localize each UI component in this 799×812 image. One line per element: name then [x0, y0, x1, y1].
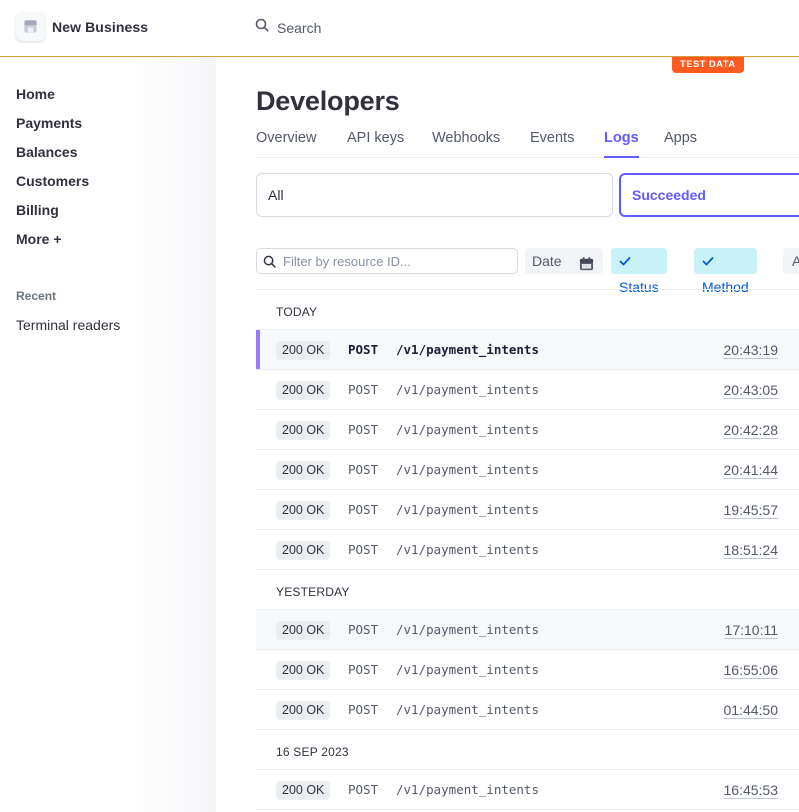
table-row[interactable]: 200 OK POST /v1/payment_intents 20:43:05 [256, 370, 799, 410]
table-row[interactable]: 200 OK POST /v1/payment_intents 01:44:50 [256, 690, 799, 730]
account-switcher[interactable]: New Business [16, 12, 148, 41]
request-time[interactable]: 17:10:11 [725, 622, 778, 638]
request-method: POST [348, 662, 379, 677]
business-name: New Business [52, 18, 149, 35]
search-bar[interactable]: Search [255, 18, 321, 37]
request-time[interactable]: 20:42:28 [724, 422, 779, 438]
table-row[interactable]: 200 OK POST /v1/payment_intents 17:10:11 [256, 610, 799, 650]
request-path: /v1/payment_intents [396, 622, 539, 637]
request-time[interactable]: 19:45:57 [724, 502, 779, 518]
request-method: POST [348, 382, 379, 397]
status-filter-pill[interactable]: Status [611, 248, 667, 295]
request-time[interactable]: 20:43:19 [724, 342, 779, 358]
calendar-icon [579, 253, 594, 279]
request-time[interactable]: 20:41:44 [724, 462, 779, 478]
request-time[interactable]: 16:45:53 [724, 782, 779, 798]
request-path: /v1/payment_intents [396, 422, 539, 437]
status-badge: 200 OK [276, 461, 331, 480]
tab-events[interactable]: Events [530, 130, 574, 158]
request-method: POST [348, 702, 379, 717]
method-filter-pill[interactable]: Method [694, 248, 757, 295]
status-badge: 200 OK [276, 341, 331, 360]
sidebar: Home Payments Balances Customers Billing… [0, 58, 216, 812]
search-icon [255, 18, 269, 37]
date-filter-label: Date [532, 253, 562, 269]
table-row[interactable]: 200 OK POST /v1/payment_intents 19:45:57 [256, 490, 799, 530]
request-method: POST [348, 462, 379, 477]
tab-webhooks[interactable]: Webhooks [432, 130, 500, 158]
request-path: /v1/payment_intents [396, 702, 539, 717]
request-time[interactable]: 20:43:05 [724, 382, 779, 398]
recent-section-title: Recent [16, 289, 57, 303]
check-icon [702, 253, 714, 269]
check-icon [619, 253, 631, 269]
request-method: POST [348, 422, 379, 437]
status-badge: 200 OK [276, 501, 331, 520]
log-group-header: TODAY [256, 290, 799, 330]
request-path: /v1/payment_intents [396, 502, 539, 517]
table-row[interactable]: 200 OK POST /v1/payment_intents 20:41:44 [256, 450, 799, 490]
status-badge: 200 OK [276, 781, 331, 800]
table-row[interactable]: 200 OK POST /v1/payment_intents 16:45:53 [256, 770, 799, 810]
sidebar-item-payments[interactable]: Payments [16, 115, 82, 131]
table-row[interactable]: 200 OK POST /v1/payment_intents 18:51:24 [256, 530, 799, 570]
request-path: /v1/payment_intents [396, 462, 539, 477]
request-time[interactable]: 18:51:24 [724, 542, 779, 558]
sidebar-item-balances[interactable]: Balances [16, 144, 77, 160]
log-group-header: YESTERDAY [256, 570, 799, 610]
tab-overview[interactable]: Overview [256, 130, 316, 158]
status-badge: 200 OK [276, 701, 331, 720]
request-method: POST [348, 342, 379, 357]
request-method: POST [348, 502, 379, 517]
request-path: /v1/payment_intents [396, 662, 539, 677]
tab-apps[interactable]: Apps [664, 130, 697, 158]
table-row[interactable]: 200 OK POST /v1/payment_intents 20:43:19 [256, 330, 799, 370]
more-filter-label: A [792, 253, 799, 269]
request-method: POST [348, 542, 379, 557]
more-filter-pill[interactable]: A [783, 248, 799, 274]
test-data-badge: TEST DATA [672, 57, 744, 73]
tab-api-keys[interactable]: API keys [347, 130, 404, 158]
tab-logs[interactable]: Logs [604, 130, 639, 158]
request-time[interactable]: 01:44:50 [724, 702, 779, 718]
request-method: POST [348, 782, 379, 797]
top-bar: New Business Search [0, 0, 799, 57]
search-label: Search [277, 19, 322, 36]
status-badge: 200 OK [276, 661, 331, 680]
page-title: Developers [256, 86, 400, 116]
logs-list: TODAY 200 OK POST /v1/payment_intents 20… [256, 289, 799, 810]
sidebar-item-home[interactable]: Home [16, 86, 55, 102]
sidebar-item-more[interactable]: More + [16, 231, 62, 247]
filter-card-all[interactable]: All [256, 173, 613, 217]
resource-filter-wrapper [256, 248, 518, 274]
status-badge: 200 OK [276, 381, 331, 400]
filter-card-succeeded[interactable]: Succeeded [619, 173, 799, 217]
developer-tabs: Overview API keys Webhooks Events Logs A… [256, 130, 799, 158]
recent-item-terminal-readers[interactable]: Terminal readers [16, 317, 120, 333]
sidebar-item-customers[interactable]: Customers [16, 173, 89, 189]
resource-id-filter-input[interactable] [283, 252, 513, 270]
request-path: /v1/payment_intents [396, 342, 539, 357]
log-group-header: 16 SEP 2023 [256, 730, 799, 770]
request-time[interactable]: 16:55:06 [724, 662, 779, 678]
status-badge: 200 OK [276, 541, 331, 560]
request-path: /v1/payment_intents [396, 542, 539, 557]
status-badge: 200 OK [276, 621, 331, 640]
selected-row-indicator [256, 330, 260, 369]
table-row[interactable]: 200 OK POST /v1/payment_intents 16:55:06 [256, 650, 799, 690]
request-method: POST [348, 622, 379, 637]
sidebar-item-billing[interactable]: Billing [16, 202, 59, 218]
table-row[interactable]: 200 OK POST /v1/payment_intents 20:42:28 [256, 410, 799, 450]
request-path: /v1/payment_intents [396, 782, 539, 797]
search-icon [263, 255, 276, 273]
store-icon [16, 12, 45, 41]
date-filter-pill[interactable]: Date [525, 248, 603, 274]
request-path: /v1/payment_intents [396, 382, 539, 397]
status-badge: 200 OK [276, 421, 331, 440]
